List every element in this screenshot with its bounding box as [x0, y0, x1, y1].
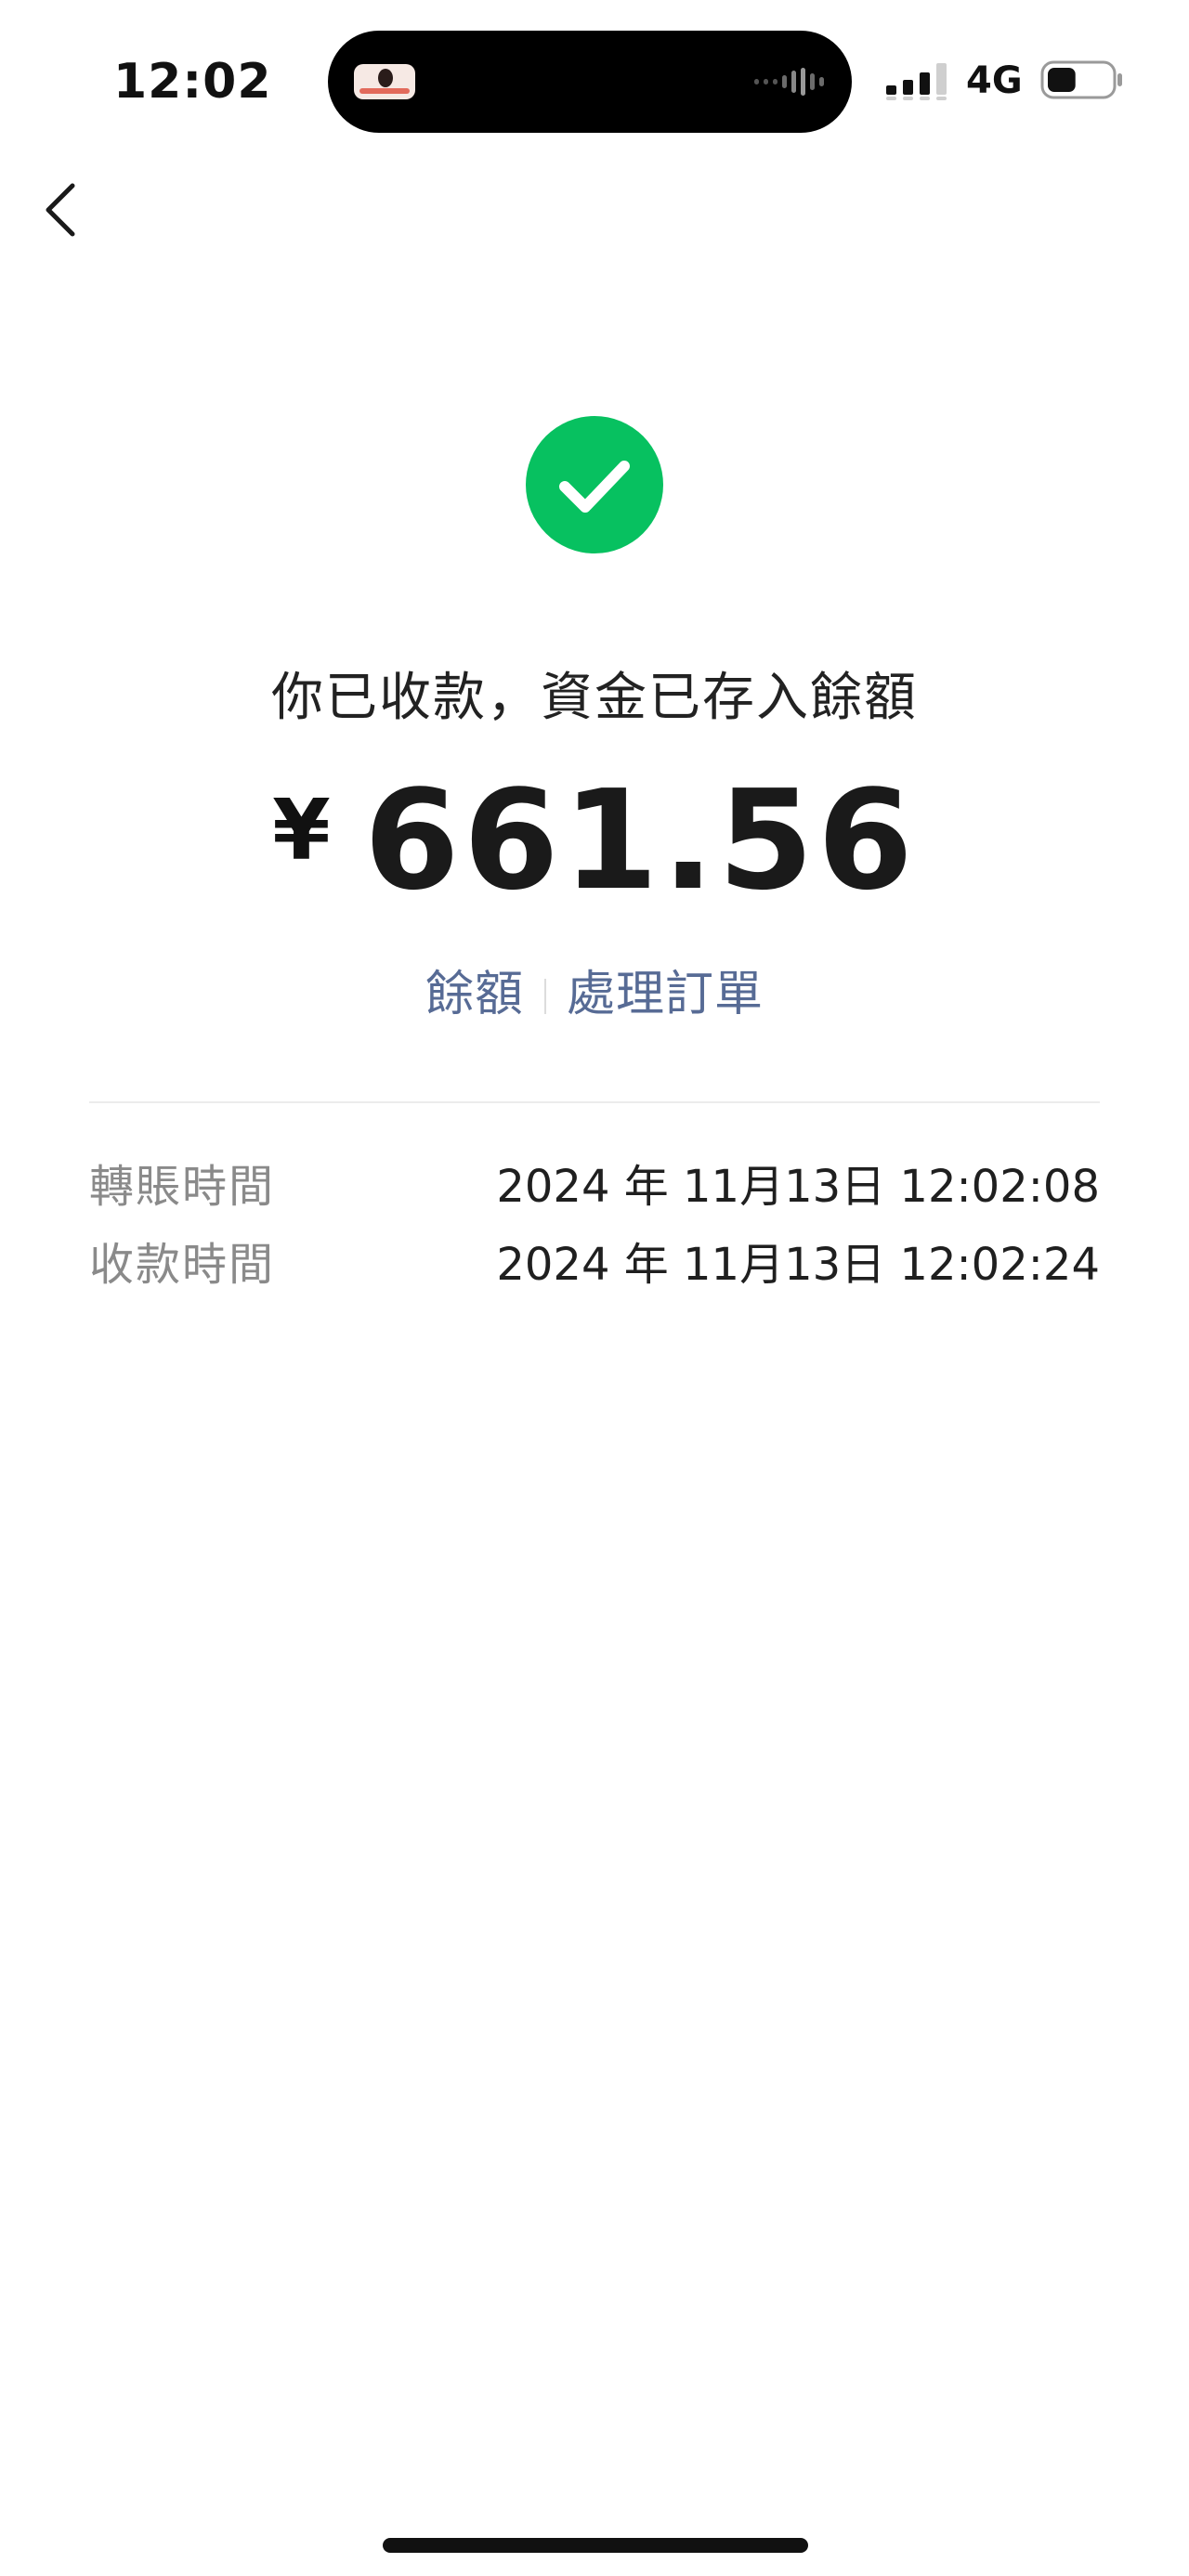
check-circle-icon [526, 416, 663, 553]
battery-icon [1040, 60, 1122, 99]
receipt-headline: 你已收款，資金已存入餘額 [271, 668, 918, 728]
receive-time-value: 2024 年 11月13日 12:02:24 [496, 1239, 1100, 1291]
currency-symbol: ¥ [272, 782, 331, 879]
action-links: 餘額 處理訂單 [0, 955, 1189, 1024]
transfer-time-label: 轉賬時間 [89, 1161, 276, 1213]
status-time: 12:02 [113, 54, 272, 110]
signal-bars-icon [886, 63, 947, 100]
audio-waveform-icon [754, 68, 824, 96]
dynamic-island[interactable] [328, 31, 852, 133]
chevron-left-icon [46, 183, 75, 237]
network-type: 4G [966, 59, 1023, 102]
receive-time-label: 收款時間 [89, 1239, 276, 1291]
section-divider [89, 1101, 1100, 1103]
amount-display: ¥661.56 [0, 761, 1189, 919]
transfer-time-value: 2024 年 11月13日 12:02:08 [496, 1161, 1100, 1213]
back-button[interactable] [32, 173, 87, 247]
transfer-time-row: 轉賬時間 2024 年 11月13日 12:02:08 [89, 1150, 1100, 1215]
process-order-link[interactable]: 處理訂單 [567, 967, 764, 1022]
amount-value: 661.56 [363, 761, 917, 920]
balance-link[interactable]: 餘額 [425, 967, 524, 1022]
link-separator [544, 979, 546, 1014]
receive-time-row: 收款時間 2024 年 11月13日 12:02:24 [89, 1228, 1100, 1293]
home-indicator[interactable] [383, 2538, 808, 2553]
live-activity-thumbnail [354, 64, 415, 99]
